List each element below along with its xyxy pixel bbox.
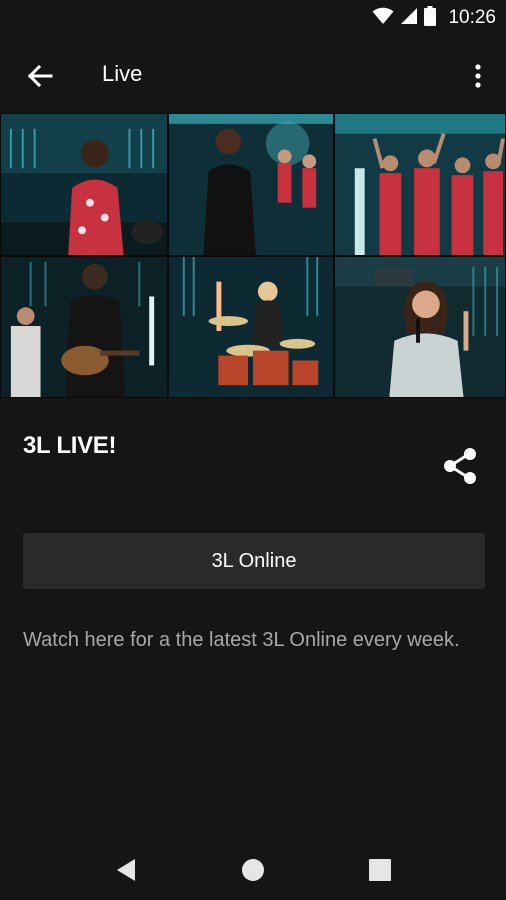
page-title: Live [102, 61, 143, 86]
share-icon [444, 448, 476, 484]
photo-tile-guitarist [0, 256, 168, 398]
arrow-left-icon [27, 64, 53, 88]
back-button[interactable] [20, 56, 60, 96]
more-vertical-icon [475, 64, 481, 88]
photo-tile-singer [0, 113, 168, 256]
status-time: 10:26 [448, 7, 496, 28]
overflow-menu-button[interactable] [464, 56, 492, 96]
photo-tile-male-singer [168, 113, 334, 256]
watch-online-button[interactable]: 3L Online [23, 533, 485, 589]
hero-image [0, 113, 506, 398]
nav-home-button[interactable] [233, 852, 273, 888]
nav-recents-button[interactable] [360, 852, 400, 888]
photo-tile-drummer [168, 256, 334, 398]
battery-icon [424, 5, 437, 31]
share-button[interactable] [438, 444, 482, 488]
back-triangle-icon [117, 859, 135, 881]
home-circle-icon [242, 859, 264, 881]
recents-square-icon [369, 859, 391, 881]
status-bar: 10:26 [0, 0, 506, 36]
wifi-icon [372, 7, 394, 30]
app-bar: Live [0, 36, 506, 113]
photo-tile-crowd [334, 113, 506, 256]
status-icons: 10:26 [372, 5, 496, 31]
nav-back-button[interactable] [106, 852, 146, 888]
content-title: 3L LIVE! [23, 432, 117, 459]
photo-tile-woman-singer [334, 256, 506, 398]
signal-icon [400, 7, 418, 30]
content-description: Watch here for a the latest 3L Online ev… [23, 629, 460, 651]
system-nav-bar [0, 840, 506, 900]
